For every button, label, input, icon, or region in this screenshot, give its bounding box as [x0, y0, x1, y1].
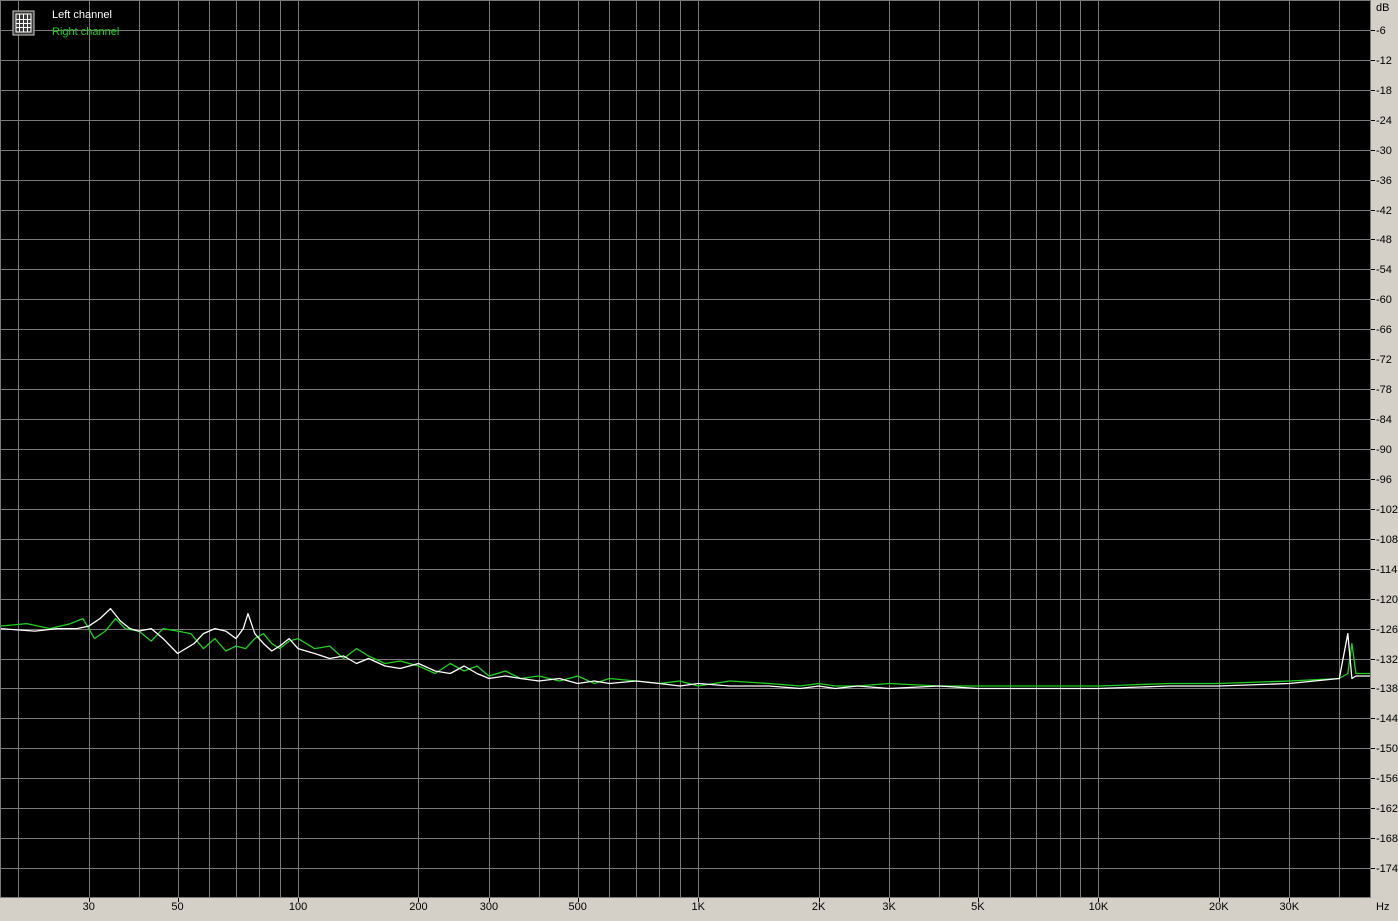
x-tick-label: 50: [171, 901, 183, 913]
y-unit-label: dB: [1376, 2, 1389, 14]
x-tick-label: 300: [480, 901, 498, 913]
y-tick-label: -156: [1376, 773, 1398, 785]
y-tick-label: -84: [1376, 414, 1392, 426]
y-tick-label: -24: [1376, 115, 1392, 127]
y-tick-label: -78: [1376, 384, 1392, 396]
y-tick-label: -114: [1376, 564, 1397, 576]
y-tick-label: -18: [1376, 85, 1392, 97]
y-tick-label: -102: [1376, 504, 1398, 516]
y-tick-label: -12: [1376, 55, 1392, 67]
x-unit-label: Hz: [1376, 901, 1389, 913]
y-tick-label: -60: [1376, 294, 1392, 306]
y-tick-label: -42: [1376, 205, 1392, 217]
x-tick-label: 3K: [882, 901, 896, 913]
y-tick-label: -54: [1376, 264, 1392, 276]
x-tick-label: 500: [569, 901, 587, 913]
x-tick-label: 200: [409, 901, 427, 913]
y-tick-label: -72: [1376, 354, 1392, 366]
y-tick-label: -138: [1376, 683, 1398, 695]
y-tick-label: -174: [1376, 863, 1398, 875]
y-tick-label: -90: [1376, 444, 1392, 456]
x-tick-label: 2K: [812, 901, 826, 913]
y-tick-label: -168: [1376, 833, 1398, 845]
y-tick-label: -66: [1376, 324, 1392, 336]
y-tick-label: -150: [1376, 743, 1398, 755]
legend-right-channel: Right channel: [52, 26, 119, 38]
y-tick-label: -6: [1376, 25, 1386, 37]
y-tick-label: -96: [1376, 474, 1392, 486]
x-tick-label: 10K: [1089, 901, 1109, 913]
y-tick-label: -162: [1376, 803, 1398, 815]
x-tick-label: 20K: [1209, 901, 1229, 913]
x-tick-label: 1K: [691, 901, 705, 913]
x-tick-label: 5K: [971, 901, 985, 913]
y-tick-label: -144: [1376, 713, 1398, 725]
y-tick-label: -120: [1376, 594, 1398, 606]
legend-left-channel: Left channel: [52, 9, 112, 21]
x-tick-label: 30K: [1280, 901, 1300, 913]
y-tick-label: -30: [1376, 145, 1392, 157]
y-tick-label: -36: [1376, 175, 1392, 187]
y-axis: -6 -12 -18 -24 -30 -36 -42 -48 -54 -60 -66 -72 -78 -8…: [1371, 25, 1398, 875]
x-tick-label: 100: [289, 901, 307, 913]
spectrum-analyzer-window: -6 -12 -18 -24 -30 -36 -42 -48 -54 -60 -66 -72 -78 -8…: [0, 0, 1398, 916]
x-tick-label: 30: [83, 901, 95, 913]
y-tick-label: -108: [1376, 534, 1398, 546]
y-tick-label: -126: [1376, 624, 1398, 636]
grid-chart-icon[interactable]: [12, 10, 35, 36]
spectrum-chart: -6 -12 -18 -24 -30 -36 -42 -48 -54 -60 -66 -72 -78 -8…: [0, 0, 1398, 913]
x-axis: 30 50 100 200 300 500 1K 2K 3K 5K 10K 20K 30K: [83, 898, 1300, 913]
y-tick-label: -48: [1376, 234, 1392, 246]
y-tick-label: -132: [1376, 654, 1398, 666]
